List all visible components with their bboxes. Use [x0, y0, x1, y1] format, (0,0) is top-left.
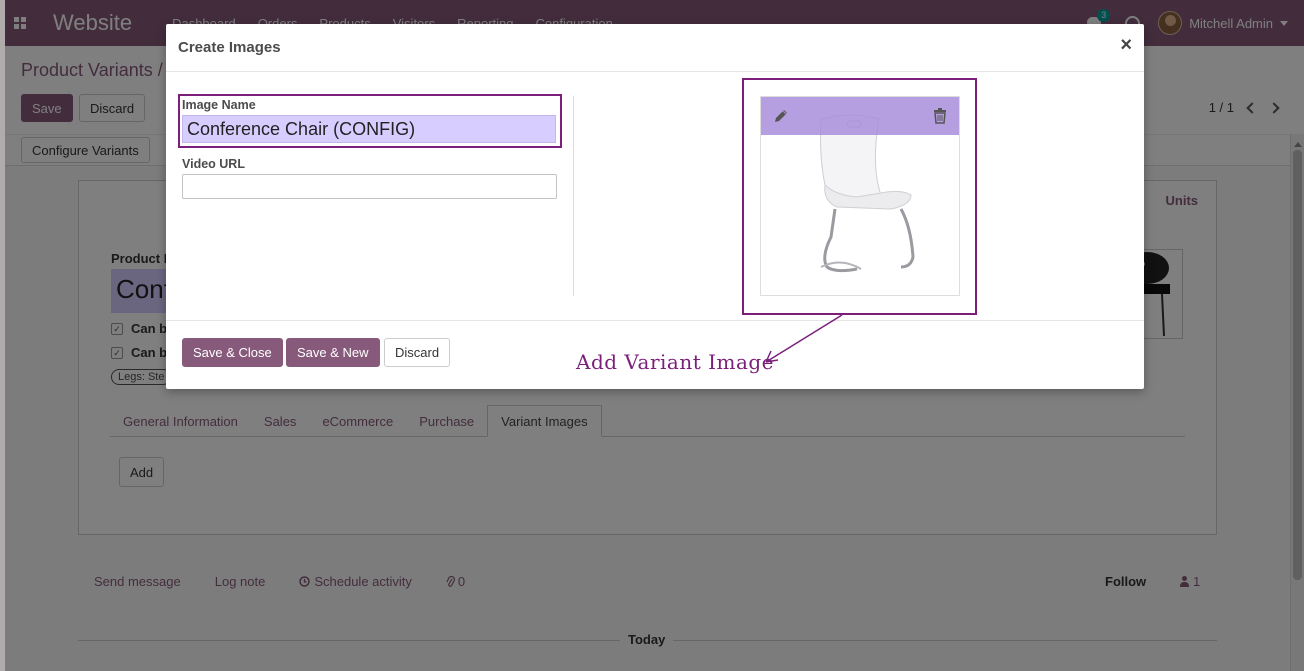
close-icon[interactable]: ×: [1120, 34, 1132, 57]
pencil-icon[interactable]: [773, 108, 789, 124]
dialog-header: Create Images ×: [166, 24, 1144, 72]
trash-icon[interactable]: [933, 108, 947, 124]
create-images-dialog: Create Images × Image Name Video URL: [166, 24, 1144, 389]
window-edge: [0, 0, 5, 671]
image-name-label: Image Name: [182, 98, 256, 112]
image-upload-highlight: [742, 78, 977, 315]
column-divider: [573, 96, 574, 296]
annotation-label: Add Variant Image: [576, 350, 775, 374]
image-toolbar: [761, 97, 959, 135]
save-new-button[interactable]: Save & New: [286, 338, 380, 367]
video-url-label: Video URL: [182, 157, 245, 171]
image-name-input[interactable]: [182, 115, 556, 143]
dialog-title: Create Images: [178, 39, 281, 56]
image-name-highlight: Image Name: [178, 94, 562, 148]
variant-image-field[interactable]: [760, 96, 960, 296]
dialog-discard-button[interactable]: Discard: [384, 338, 451, 367]
video-url-input[interactable]: [182, 174, 557, 199]
save-close-button[interactable]: Save & Close: [182, 338, 283, 367]
